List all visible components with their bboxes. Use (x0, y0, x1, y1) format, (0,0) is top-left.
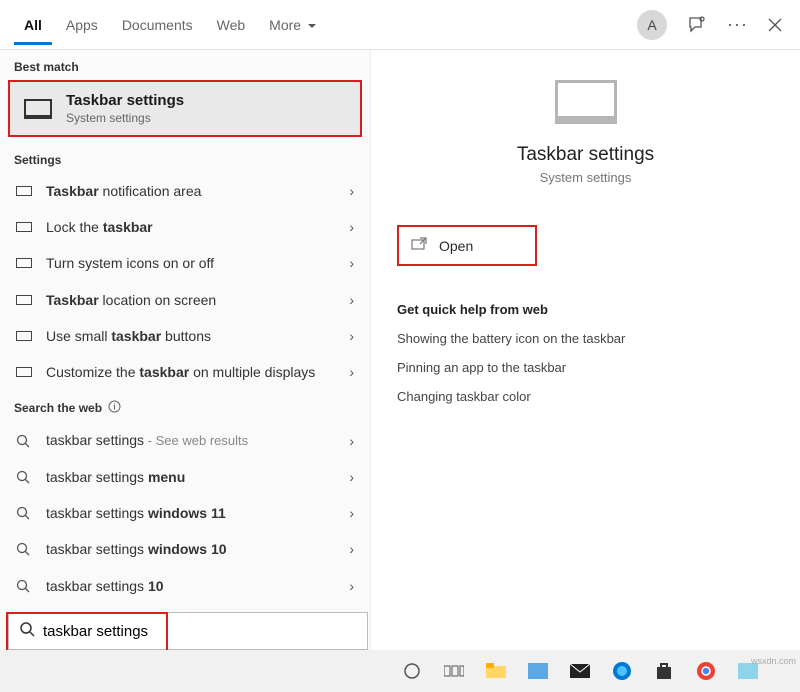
file-explorer-icon[interactable] (484, 659, 508, 683)
open-button[interactable]: Open (397, 225, 537, 266)
info-icon: i (108, 400, 121, 416)
settings-item[interactable]: Taskbar notification area› (0, 173, 370, 209)
display-icon (16, 367, 32, 377)
chrome-icon[interactable] (694, 659, 718, 683)
display-icon (16, 186, 32, 196)
settings-item-text: Turn system icons on or off (38, 254, 349, 272)
store-icon[interactable] (652, 659, 676, 683)
chevron-right-icon: › (349, 292, 354, 308)
tab-more[interactable]: More (259, 5, 327, 45)
taskbar (0, 650, 800, 692)
preview-pane: Taskbar settings System settings Open Ge… (370, 50, 800, 650)
preview-title: Taskbar settings (397, 144, 774, 166)
edge-icon[interactable] (610, 659, 634, 683)
chevron-right-icon: › (349, 469, 354, 485)
search-icon (16, 542, 38, 556)
web-result[interactable]: taskbar settings windows 11› (0, 495, 370, 531)
feedback-icon[interactable] (687, 15, 707, 35)
chevron-right-icon: › (349, 541, 354, 557)
settings-item[interactable]: Turn system icons on or off› (0, 245, 370, 281)
search-icon (16, 434, 38, 448)
web-result[interactable]: taskbar settings - See web results› (0, 422, 370, 459)
settings-item-text: Taskbar notification area (38, 182, 349, 200)
search-bar[interactable] (8, 612, 368, 650)
settings-item[interactable]: Use small taskbar buttons› (0, 318, 370, 354)
search-icon (19, 621, 35, 642)
mail-icon[interactable] (568, 659, 592, 683)
search-input[interactable] (35, 623, 357, 640)
settings-item[interactable]: Customize the taskbar on multiple displa… (0, 354, 370, 390)
display-icon (16, 222, 32, 232)
search-icon (16, 579, 38, 593)
settings-item[interactable]: Lock the taskbar› (0, 209, 370, 245)
best-match-label: Best match (0, 50, 370, 80)
settings-item-text: Taskbar location on screen (38, 291, 349, 309)
settings-item-text: Customize the taskbar on multiple displa… (38, 363, 349, 381)
svg-text:i: i (113, 403, 115, 412)
tab-apps[interactable]: Apps (56, 5, 108, 45)
chevron-right-icon: › (349, 578, 354, 594)
help-link[interactable]: Pinning an app to the taskbar (397, 360, 774, 375)
display-icon (16, 295, 32, 305)
settings-item[interactable]: Taskbar location on screen› (0, 282, 370, 318)
chevron-right-icon: › (349, 433, 354, 449)
open-icon (411, 237, 427, 254)
close-icon[interactable] (768, 18, 782, 32)
monitor-icon (555, 80, 617, 124)
settings-item-text: Use small taskbar buttons (38, 327, 349, 345)
settings-item-text: Lock the taskbar (38, 218, 349, 236)
avatar[interactable]: A (637, 10, 667, 40)
web-result[interactable]: taskbar settings menu› (0, 459, 370, 495)
chevron-down-icon (305, 17, 317, 33)
chevron-right-icon: › (349, 328, 354, 344)
chevron-right-icon: › (349, 255, 354, 271)
web-result-text: taskbar settings windows 11 (38, 504, 349, 522)
preview-subtitle: System settings (397, 170, 774, 185)
web-result-text: taskbar settings windows 10 (38, 540, 349, 558)
web-result-text: taskbar settings - See web results (38, 431, 349, 450)
search-icon (16, 470, 38, 484)
search-web-label: Search the web i (0, 390, 370, 422)
tab-web[interactable]: Web (207, 5, 256, 45)
help-link[interactable]: Changing taskbar color (397, 389, 774, 404)
content: Best match Taskbar settings System setti… (0, 50, 800, 650)
chevron-right-icon: › (349, 364, 354, 380)
display-icon (16, 258, 32, 268)
web-result[interactable]: taskbar settings windows 10› (0, 531, 370, 567)
tab-documents[interactable]: Documents (112, 5, 203, 45)
monitor-icon (24, 99, 52, 119)
header: All Apps Documents Web More A ··· (0, 0, 800, 50)
web-result[interactable]: taskbar settings 10› (0, 568, 370, 604)
tab-more-label: More (269, 17, 301, 33)
preview-header: Taskbar settings System settings (397, 80, 774, 185)
tab-all[interactable]: All (14, 5, 52, 45)
app-icon[interactable] (526, 659, 550, 683)
help-link[interactable]: Showing the battery icon on the taskbar (397, 331, 774, 346)
best-match-subtitle: System settings (66, 111, 184, 125)
open-label: Open (439, 238, 473, 254)
task-view-icon[interactable] (442, 659, 466, 683)
best-match-title: Taskbar settings (66, 92, 184, 109)
results-pane: Best match Taskbar settings System setti… (0, 50, 370, 650)
help-header: Get quick help from web (397, 302, 774, 317)
header-actions: A ··· (637, 10, 782, 40)
web-result-text: taskbar settings menu (38, 468, 349, 486)
chevron-right-icon: › (349, 219, 354, 235)
watermark: wsxdn.com (751, 656, 796, 666)
chevron-right-icon: › (349, 183, 354, 199)
filter-tabs: All Apps Documents Web More (14, 5, 637, 45)
web-result-text: taskbar settings 10 (38, 577, 349, 595)
search-icon (16, 506, 38, 520)
display-icon (16, 331, 32, 341)
settings-label: Settings (0, 143, 370, 173)
chevron-right-icon: › (349, 505, 354, 521)
best-match-result[interactable]: Taskbar settings System settings (8, 80, 362, 137)
more-options-icon[interactable]: ··· (727, 14, 748, 35)
cortana-icon[interactable] (400, 659, 424, 683)
best-match-text: Taskbar settings System settings (66, 92, 184, 125)
